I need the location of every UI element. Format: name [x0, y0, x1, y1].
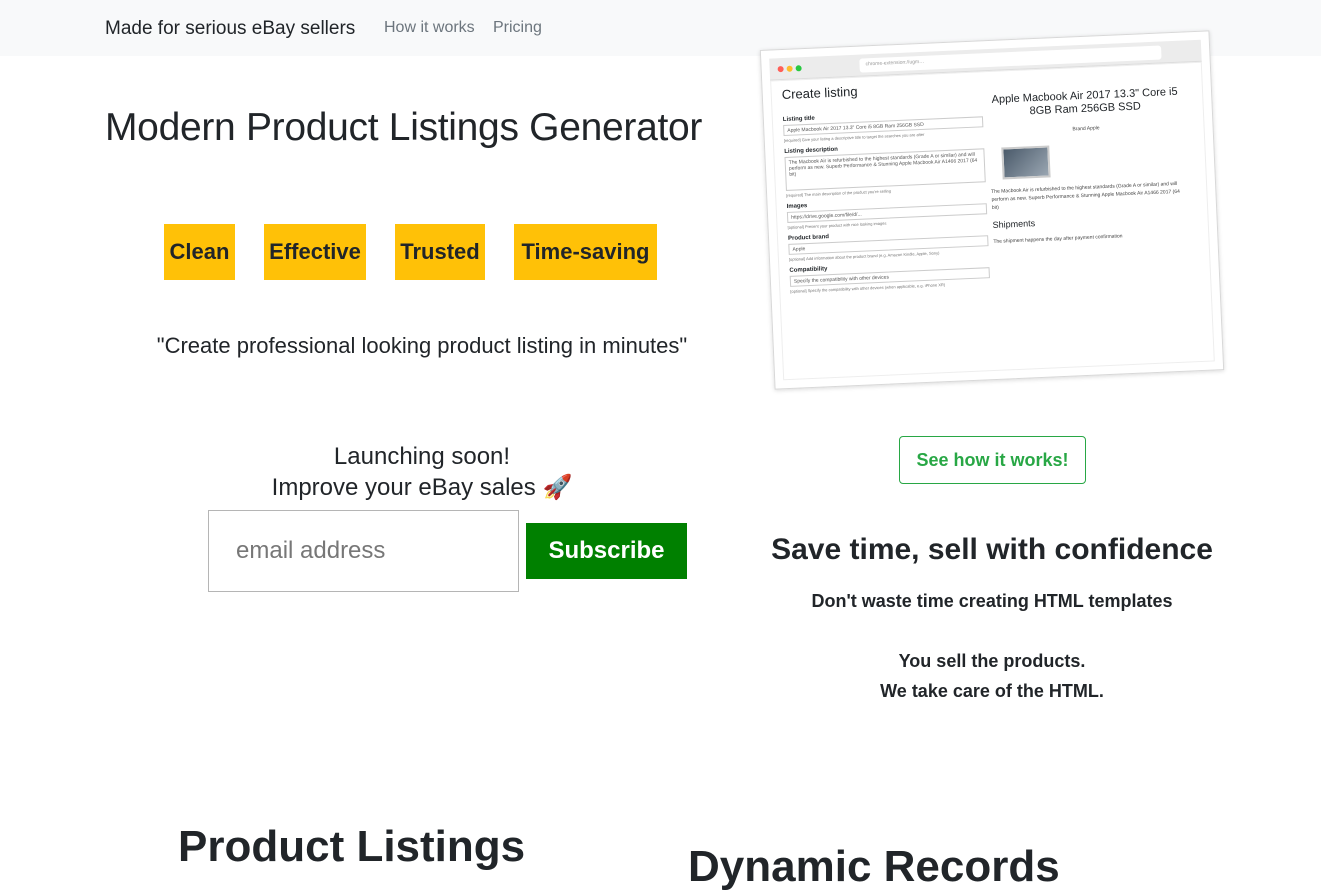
- minimize-dot-icon: [786, 65, 793, 72]
- launch-line-2: Improve your eBay sales 🚀: [271, 474, 573, 501]
- laptop-image: [1001, 145, 1051, 180]
- product-screenshot: chrome-extension://ugm… Create listing L…: [759, 30, 1225, 390]
- dynamic-records-heading: Dynamic Records: [688, 842, 1060, 891]
- nav-link-pricing[interactable]: Pricing: [493, 19, 542, 37]
- close-dot-icon: [777, 65, 784, 73]
- save-time-heading: Save time, sell with confidence: [771, 533, 1213, 566]
- mock-preview-brand: Brand Apple: [1072, 125, 1100, 133]
- save-line-3: We take care of the HTML.: [880, 681, 1104, 701]
- tag-time-saving: Time-saving: [514, 224, 657, 280]
- hero-quote: "Create professional looking product lis…: [156, 333, 688, 358]
- maximize-dot-icon: [795, 65, 802, 72]
- tag-clean: Clean: [164, 224, 235, 280]
- mock-shipments-text: The shipment happens the day after payme…: [993, 233, 1123, 245]
- subscribe-button[interactable]: Subscribe: [526, 523, 687, 579]
- save-line-2: You sell the products.: [898, 651, 1086, 671]
- launch-message: Launching soon! Improve your eBay sales …: [105, 441, 739, 503]
- screenshot-frame: chrome-extension://ugm… Create listing L…: [759, 30, 1225, 390]
- tag-trusted: Trusted: [395, 224, 485, 280]
- tag-effective: Effective: [264, 224, 366, 280]
- email-input[interactable]: [208, 510, 519, 592]
- mock-shipments-title: Shipments: [992, 218, 1036, 230]
- see-how-it-works-button[interactable]: See how it works!: [899, 436, 1086, 484]
- launch-line-1: Launching soon!: [333, 443, 511, 470]
- navbar-brand[interactable]: Made for serious eBay sellers: [105, 18, 355, 40]
- save-line-1: Don't waste time creating HTML templates: [811, 591, 1173, 611]
- mock-preview-text: The Macbook Air is refurbished to the hi…: [991, 180, 1180, 211]
- hero-title: Modern Product Listings Generator: [105, 106, 703, 149]
- mock-form: Listing title Apple Macbook Air 2017 13.…: [782, 102, 990, 294]
- product-listings-heading: Product Listings: [178, 822, 526, 871]
- mock-preview: Apple Macbook Air 2017 13.3" Core i5 8GB…: [987, 86, 1188, 246]
- nav-link-how-it-works[interactable]: How it works: [384, 19, 475, 37]
- screenshot-body: Create listing Listing title Apple Macbo…: [770, 61, 1215, 381]
